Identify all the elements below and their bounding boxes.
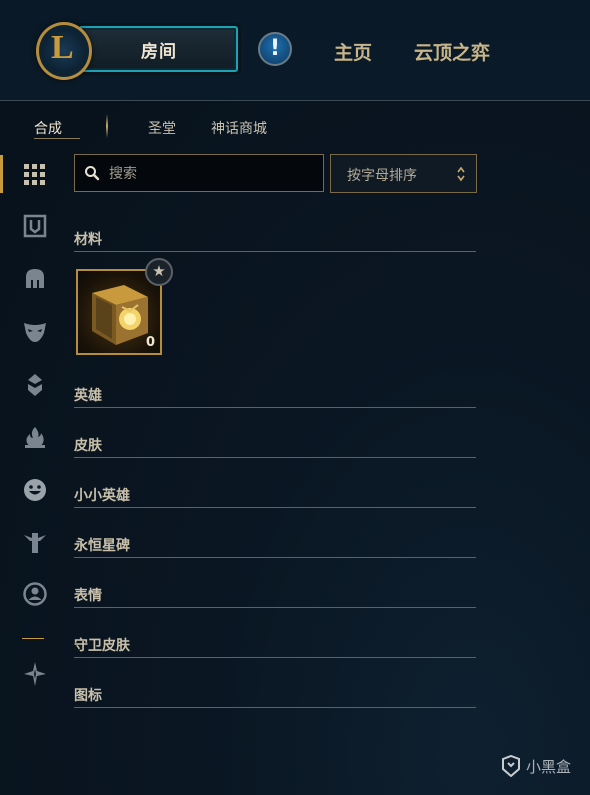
sort-selected-label: 按字母排序 [347,168,417,184]
play-button[interactable]: 房间 [80,26,238,72]
alert-icon[interactable]: ! [258,32,292,66]
alert-symbol: ! [269,36,281,61]
sort-dropdown[interactable]: 按字母排序 [330,154,477,193]
sidebar-active-indicator [0,155,3,193]
profile-icon[interactable] [22,581,48,607]
section-emotes[interactable]: 表情 [74,579,476,608]
league-logo-icon[interactable]: L [36,22,92,80]
emote-face-icon[interactable] [22,477,48,503]
mask-icon[interactable] [22,318,48,344]
emblem-icon[interactable] [22,372,48,398]
play-button-label: 房间 [141,42,177,62]
tab-divider [106,114,108,138]
star-badge-icon: ★ [145,258,173,286]
search-icon [85,166,100,181]
watermark: 小黑盒 [500,754,580,778]
sidebar-separator [22,638,44,639]
section-skins[interactable]: 皮肤 [74,429,476,458]
section-champions[interactable]: 英雄 [74,379,476,408]
chest-icon[interactable] [22,213,48,239]
section-label: 材料 [74,232,102,248]
section-materials[interactable]: 材料 [74,223,476,252]
nav-tft[interactable]: 云顶之弈 [414,38,490,65]
ward-icon[interactable] [22,661,48,687]
section-little-legends[interactable]: 小小英雄 [74,479,476,508]
section-icons[interactable]: 图标 [74,679,476,708]
section-label: 小小英雄 [74,488,130,504]
section-label: 皮肤 [74,438,102,454]
grid-icon[interactable] [22,162,48,188]
tab-mythic-shop[interactable]: 神话商城 [211,118,267,138]
section-label: 表情 [74,588,102,604]
heybox-logo-icon [502,755,520,777]
section-ward-skins[interactable]: 守卫皮肤 [74,629,476,658]
flame-icon[interactable] [22,424,48,450]
top-bar: 房间 L ! 主页 云顶之弈 [0,0,590,101]
watermark-text: 小黑盒 [526,758,572,776]
nav-home[interactable]: 主页 [334,38,372,65]
tab-crafting[interactable]: 合成 [34,118,62,138]
sort-arrows-icon [457,166,465,182]
star-symbol: ★ [152,262,166,280]
item-count: 0 [145,335,155,350]
section-eternals[interactable]: 永恒星碑 [74,529,476,558]
section-label: 图标 [74,688,102,704]
section-label: 守卫皮肤 [74,638,130,654]
tab-sanctum[interactable]: 圣堂 [148,118,176,138]
search-input[interactable] [107,161,311,187]
section-label: 英雄 [74,388,102,404]
search-box[interactable] [74,154,324,192]
totem-icon[interactable] [22,529,48,555]
client-logo-group: 房间 L [28,22,238,80]
active-tab-underline [34,138,80,139]
section-label: 永恒星碑 [74,538,130,554]
helmet-icon[interactable] [22,266,48,292]
logo-letter: L [51,29,74,66]
